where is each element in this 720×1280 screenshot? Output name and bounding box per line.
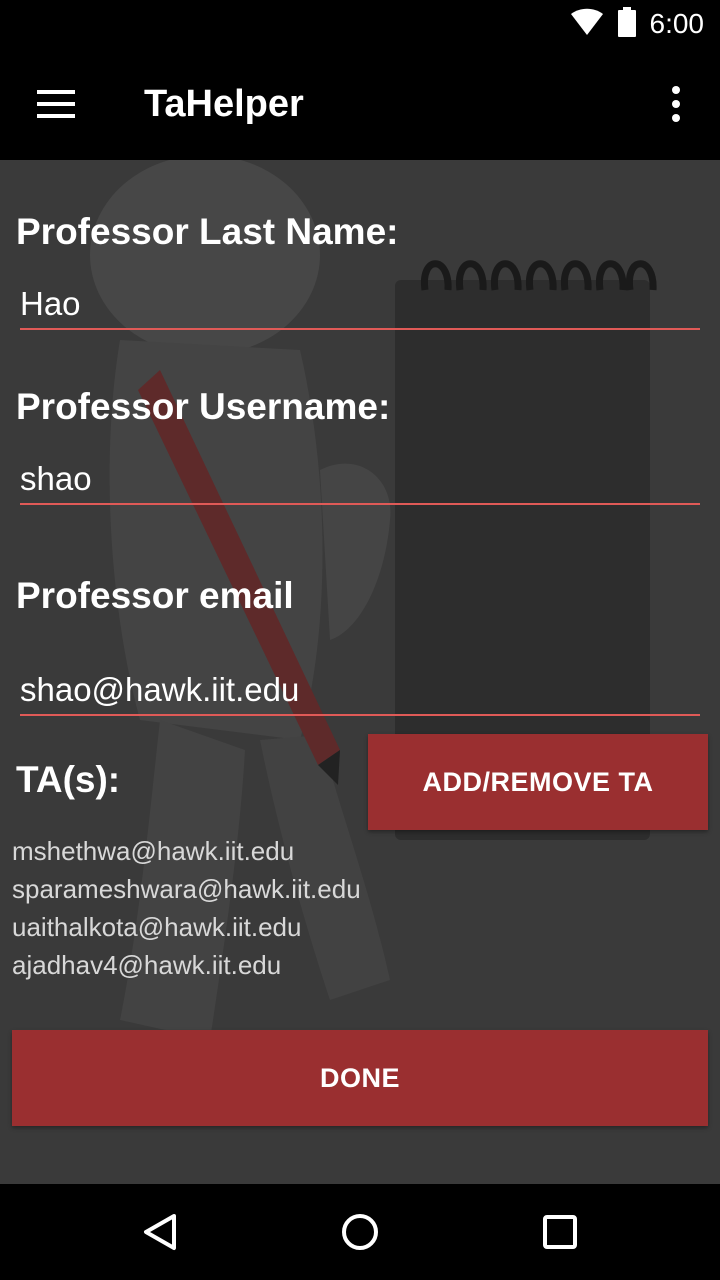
app-title: TaHelper xyxy=(144,83,304,125)
username-label: Professor Username: xyxy=(16,386,391,427)
more-vert-icon[interactable] xyxy=(652,76,700,132)
tas-label: TA(s): xyxy=(16,759,121,800)
recents-icon[interactable] xyxy=(528,1204,592,1260)
email-label: Professor email xyxy=(16,575,294,616)
ta-list: mshethwa@hawk.iit.edu sparameshwara@hawk… xyxy=(12,832,361,984)
email-input[interactable] xyxy=(20,666,700,716)
back-icon[interactable] xyxy=(128,1204,192,1260)
status-time: 6:00 xyxy=(649,8,705,39)
username-input[interactable] xyxy=(20,455,700,505)
last-name-label: Professor Last Name: xyxy=(16,211,399,252)
last-name-input[interactable] xyxy=(20,280,700,330)
battery-icon xyxy=(617,6,636,42)
ta-list-item: uaithalkota@hawk.iit.edu xyxy=(12,912,302,942)
ta-list-item: mshethwa@hawk.iit.edu xyxy=(12,836,295,866)
status-icons: 6:00 xyxy=(570,0,705,48)
content-area: Professor Last Name: Professor Username:… xyxy=(0,160,720,1184)
add-remove-ta-button[interactable]: ADD/REMOVE TA xyxy=(368,734,708,830)
ta-list-item: sparameshwara@hawk.iit.edu xyxy=(12,874,361,904)
home-icon[interactable] xyxy=(328,1204,392,1260)
status-bar: 6:00 xyxy=(0,0,720,48)
screen: 6:00 TaHelper Professor Last Name: Hao P… xyxy=(0,0,720,1280)
hamburger-menu-icon[interactable] xyxy=(24,76,88,132)
app-bar: TaHelper xyxy=(0,48,720,160)
ta-list-item: ajadhav4@hawk.iit.edu xyxy=(12,950,282,980)
done-button[interactable]: DONE xyxy=(12,1030,708,1126)
navigation-bar xyxy=(0,1184,720,1280)
wifi-icon xyxy=(570,8,604,41)
